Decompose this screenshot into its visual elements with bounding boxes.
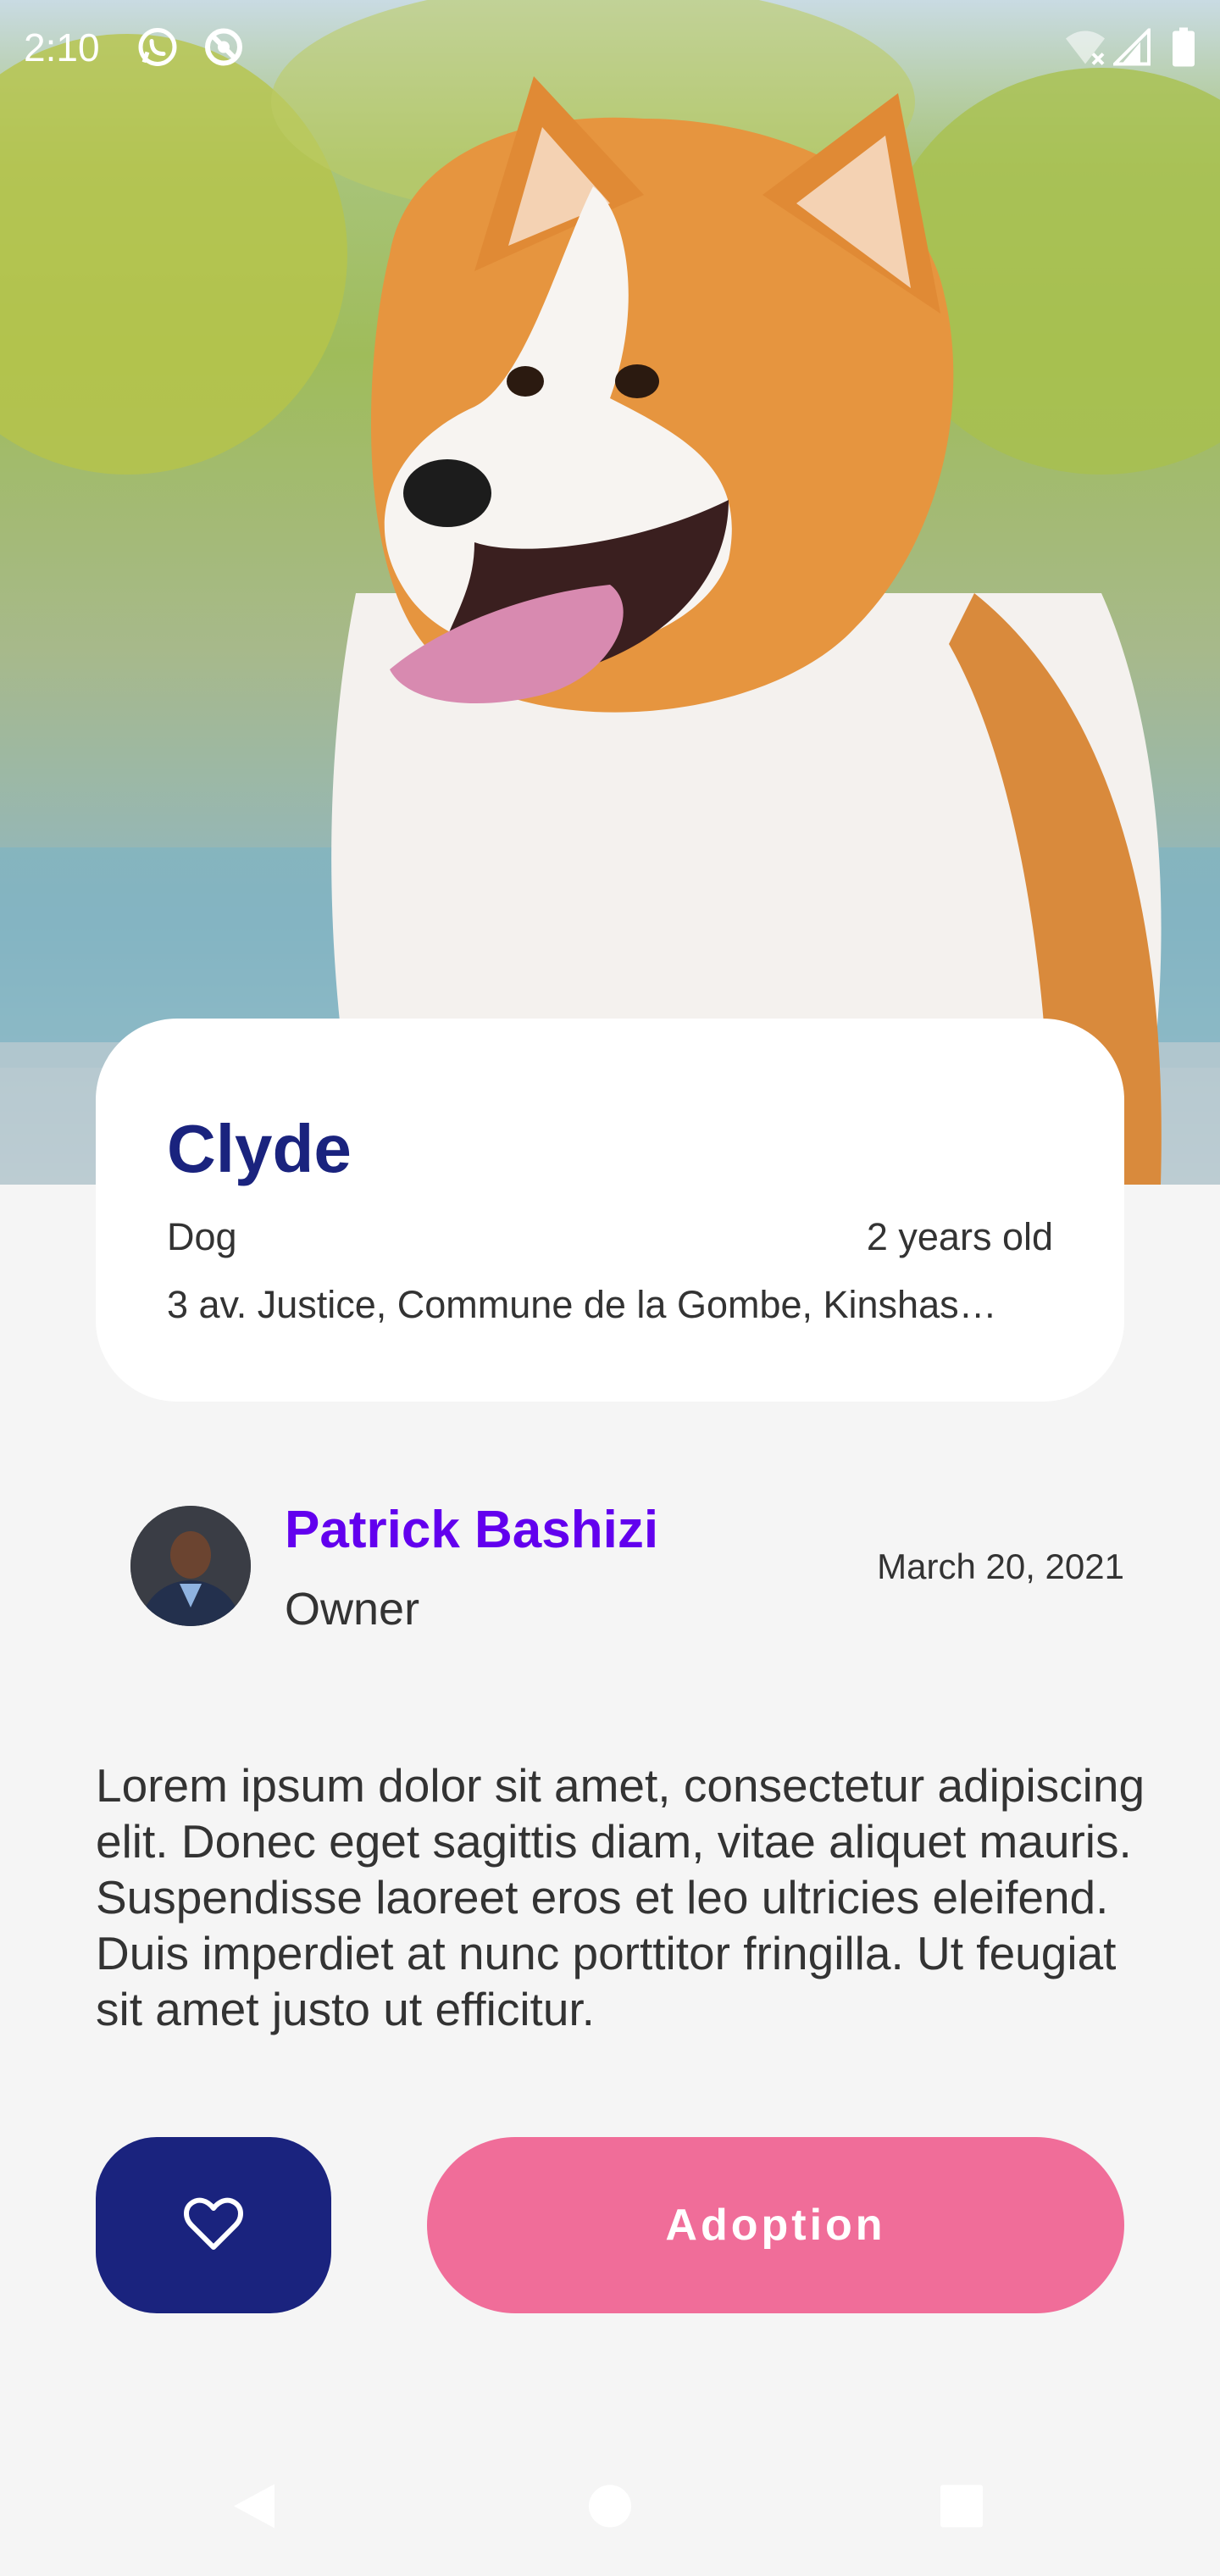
owner-name[interactable]: Patrick Bashizi xyxy=(285,1500,658,1560)
adoption-button[interactable]: Adoption xyxy=(427,2137,1124,2313)
pet-description: Lorem ipsum dolor sit amet, consectetur … xyxy=(96,1759,1145,2035)
corgi-illustration xyxy=(0,0,1220,1185)
pet-info-card: Clyde Dog 2 years old 3 av. Justice, Com… xyxy=(96,1019,1124,1402)
pet-photo xyxy=(0,0,1220,1185)
owner-role: Owner xyxy=(285,1584,420,1635)
status-time: 2:10 xyxy=(24,25,100,69)
cell-signal-icon xyxy=(1111,25,1151,70)
favorite-button[interactable] xyxy=(96,2137,331,2313)
system-nav-bar xyxy=(0,2440,1220,2576)
avatar-photo xyxy=(130,1506,251,1626)
battery-icon xyxy=(1173,27,1195,71)
wifi-off-icon xyxy=(1064,29,1106,70)
status-bar: 2:10 xyxy=(0,0,1220,73)
sync-off-icon xyxy=(202,25,246,74)
heart-outline-icon xyxy=(184,2197,243,2250)
pet-age: 2 years old xyxy=(866,1215,1053,1258)
pet-address: 3 av. Justice, Commune de la Gombe, Kins… xyxy=(167,1283,997,1326)
whatsapp-icon xyxy=(136,25,180,74)
recents-icon[interactable] xyxy=(939,2484,984,2534)
back-icon[interactable] xyxy=(229,2481,276,2536)
pet-name: Clyde xyxy=(167,1111,352,1186)
home-icon[interactable] xyxy=(587,2484,633,2534)
listing-date: March 20, 2021 xyxy=(877,1546,1124,1586)
pet-species: Dog xyxy=(167,1215,237,1258)
owner-avatar[interactable] xyxy=(130,1506,251,1626)
